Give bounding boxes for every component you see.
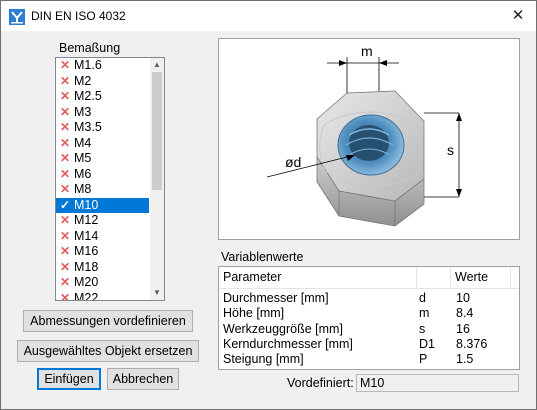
list-item[interactable]: ✕ M2.5 bbox=[56, 89, 149, 105]
app-icon bbox=[9, 9, 25, 25]
insert-button[interactable]: Einfügen bbox=[37, 368, 101, 390]
list-item-label: M8 bbox=[74, 182, 92, 196]
list-item-label: M2 bbox=[74, 73, 92, 88]
parameter-cell: Höhe [mm] bbox=[223, 306, 285, 321]
symbol-cell: m bbox=[419, 306, 430, 321]
value-cell: 1.5 bbox=[456, 352, 474, 367]
cross-icon: ✕ bbox=[59, 228, 71, 243]
parameter-cell: Werkzeuggröße [mm] bbox=[223, 321, 343, 336]
predefine-dimensions-button[interactable]: Abmessungen vordefinieren bbox=[23, 310, 193, 332]
predefined-label: Vordefiniert: bbox=[287, 376, 354, 390]
list-item-label: M20 bbox=[74, 275, 99, 289]
predefined-value-field: M10 bbox=[356, 374, 519, 392]
dimension-s-label: s bbox=[447, 142, 454, 158]
list-item[interactable]: ✕ M16 bbox=[56, 244, 149, 260]
dialog-window: DIN EN ISO 4032 ✕ Bemaßung ✕ M1.6 ✕ M2 ✕ M2.5… bbox=[0, 0, 537, 410]
parameter-cell: Steigung [mm] bbox=[223, 352, 304, 367]
cross-icon: ✕ bbox=[59, 104, 71, 119]
cross-icon: ✕ bbox=[59, 259, 71, 274]
column-header-parameter[interactable]: Parameter bbox=[219, 267, 417, 288]
table-row[interactable]: Durchmesser [mm] d 10 bbox=[219, 291, 519, 306]
list-item-label: M3 bbox=[74, 104, 92, 119]
table-row[interactable]: Höhe [mm] m 8.4 bbox=[219, 306, 519, 321]
symbol-cell: P bbox=[419, 352, 428, 367]
cross-icon: ✕ bbox=[59, 58, 71, 72]
cross-icon: ✕ bbox=[59, 244, 71, 258]
parameter-cell: Kerndurchmesser [mm] bbox=[223, 336, 353, 351]
list-item[interactable]: ✕ M3 bbox=[56, 105, 149, 121]
list-item-label: M3.5 bbox=[74, 120, 102, 134]
cross-icon: ✕ bbox=[59, 182, 71, 196]
list-item[interactable]: ✕ M4 bbox=[56, 136, 149, 152]
cancel-button[interactable]: Abbrechen bbox=[107, 368, 179, 390]
dimension-label: Bemaßung bbox=[59, 41, 121, 55]
list-item-label: M1.6 bbox=[74, 58, 102, 72]
cross-icon: ✕ bbox=[59, 73, 71, 88]
list-item[interactable]: ✕ M12 bbox=[56, 213, 149, 229]
table-row[interactable]: Werkzeuggröße [mm] s 16 bbox=[219, 322, 519, 337]
size-listbox[interactable]: ✕ M1.6 ✕ M2 ✕ M2.5 ✕ M3 ✕ M3.5 ✕ M4 ✕ M5 ✕ M6 ✕ M8 ✓ M10 ✕ M1… bbox=[55, 57, 165, 301]
list-item[interactable]: ✕ M20 bbox=[56, 275, 149, 291]
list-item-label: M12 bbox=[74, 213, 99, 227]
scroll-down-arrow-icon[interactable]: ▼ bbox=[150, 286, 164, 300]
close-button[interactable]: ✕ bbox=[500, 1, 536, 31]
table-row[interactable]: Steigung [mm] P 1.5 bbox=[219, 352, 519, 367]
list-item[interactable]: ✕ M1.6 bbox=[56, 58, 149, 74]
list-item-label: M5 bbox=[74, 151, 92, 165]
cross-icon: ✕ bbox=[59, 275, 71, 289]
list-item-label: M2.5 bbox=[74, 89, 102, 103]
cross-icon: ✕ bbox=[59, 166, 71, 181]
replace-selected-object-button[interactable]: Ausgewähltes Objekt ersetzen bbox=[17, 340, 199, 362]
cross-icon: ✕ bbox=[59, 135, 71, 150]
dimension-d-label: ød bbox=[285, 154, 301, 170]
list-item-label: M16 bbox=[74, 244, 99, 258]
column-header-values[interactable]: Werte bbox=[451, 267, 511, 288]
list-item-label: M14 bbox=[74, 228, 99, 243]
cross-icon: ✕ bbox=[59, 151, 71, 165]
value-cell: 8.376 bbox=[456, 336, 488, 351]
title-bar: DIN EN ISO 4032 ✕ bbox=[1, 1, 536, 31]
parameter-cell: Durchmesser [mm] bbox=[223, 291, 329, 305]
value-cell: 16 bbox=[456, 321, 470, 336]
hex-nut-diagram: m s ød bbox=[266, 43, 462, 227]
vertical-scrollbar[interactable]: ▲ ▼ bbox=[150, 58, 164, 300]
cross-icon: ✕ bbox=[59, 120, 71, 134]
list-item[interactable]: ✕ M5 bbox=[56, 151, 149, 167]
value-cell: 10 bbox=[456, 291, 470, 305]
dimension-m-label: m bbox=[361, 43, 373, 59]
list-item[interactable]: ✕ M22 bbox=[56, 290, 149, 301]
list-item-label: M6 bbox=[74, 166, 92, 181]
list-item[interactable]: ✕ M18 bbox=[56, 260, 149, 276]
cross-icon: ✕ bbox=[59, 290, 71, 301]
cross-icon: ✕ bbox=[59, 89, 71, 103]
variables-table: Parameter Werte Durchmesser [mm] d 10 Höhe … bbox=[218, 266, 520, 370]
close-icon: ✕ bbox=[511, 7, 525, 24]
list-item[interactable]: ✕ M8 bbox=[56, 182, 149, 198]
scroll-up-arrow-icon[interactable]: ▲ bbox=[150, 58, 164, 72]
table-header: Parameter Werte bbox=[219, 267, 519, 289]
symbol-cell: D1 bbox=[419, 336, 435, 351]
list-item-label: M18 bbox=[74, 259, 99, 274]
cross-icon: ✕ bbox=[59, 213, 71, 227]
symbol-cell: d bbox=[419, 291, 426, 305]
variables-title: Variablenwerte bbox=[221, 250, 304, 264]
check-icon: ✓ bbox=[59, 197, 71, 212]
list-item-label: M4 bbox=[74, 135, 92, 150]
list-item[interactable]: ✕ M2 bbox=[56, 74, 149, 90]
list-item[interactable]: ✕ M3.5 bbox=[56, 120, 149, 136]
window-title: DIN EN ISO 4032 bbox=[31, 9, 126, 23]
table-row[interactable]: Kerndurchmesser [mm] D1 8.376 bbox=[219, 337, 519, 352]
column-header-symbol[interactable] bbox=[417, 267, 451, 288]
list-item-label: M10 bbox=[74, 197, 99, 212]
list-item[interactable]: ✕ M14 bbox=[56, 229, 149, 245]
nut-diagram-panel: m s ød bbox=[218, 38, 520, 240]
size-list: ✕ M1.6 ✕ M2 ✕ M2.5 ✕ M3 ✕ M3.5 ✕ M4 ✕ M5 ✕ M6 ✕ M8 ✓ M10 ✕ M1… bbox=[56, 58, 149, 301]
symbol-cell: s bbox=[419, 321, 426, 336]
list-item[interactable]: ✓ M10 bbox=[56, 197, 149, 213]
scroll-thumb[interactable] bbox=[152, 72, 162, 190]
list-item-label: M22 bbox=[74, 290, 99, 301]
list-item[interactable]: ✕ M6 bbox=[56, 167, 149, 183]
value-cell: 8.4 bbox=[456, 306, 474, 321]
